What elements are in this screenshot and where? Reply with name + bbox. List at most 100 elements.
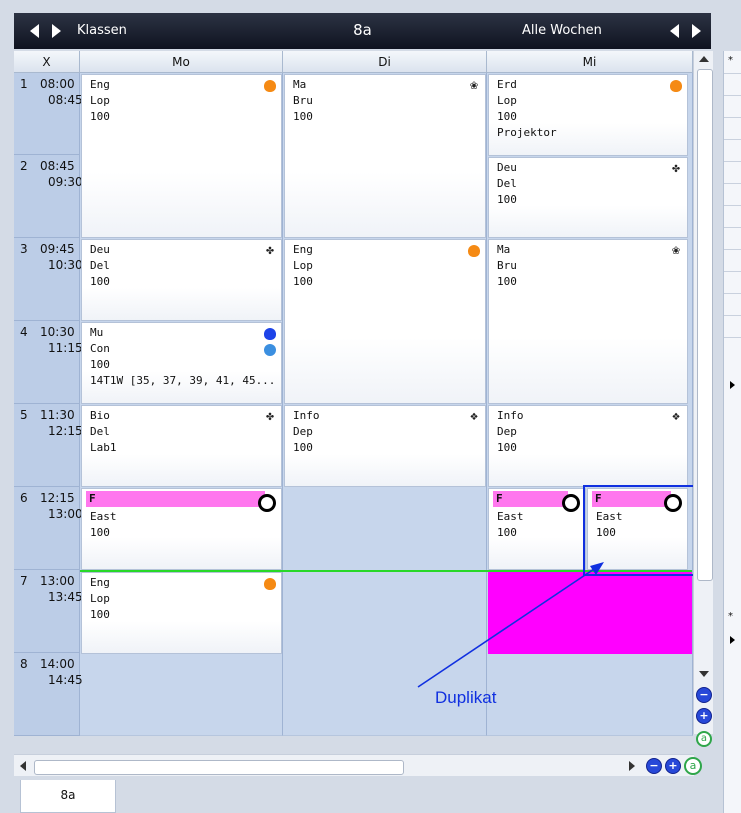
period-start: 09:45	[40, 242, 75, 256]
subject: Eng	[90, 576, 110, 589]
period-end: 12:15	[48, 424, 83, 438]
asterisk-icon: *	[728, 55, 733, 66]
corner-header[interactable]: X	[14, 51, 80, 73]
teacher: Lop	[497, 94, 517, 107]
scroll-right-icon[interactable]	[629, 761, 635, 771]
subject: Erd	[497, 78, 517, 91]
auto-fit-vertical-button[interactable]: a	[696, 731, 712, 747]
lesson-card[interactable]: F East 100	[81, 488, 282, 570]
room: 100	[90, 608, 110, 621]
zoom-out-horizontal-button[interactable]: −	[646, 758, 662, 774]
expand-right-icon[interactable]	[730, 636, 735, 644]
subject: Deu	[90, 243, 110, 256]
period-number: 4	[20, 325, 28, 339]
subject: Info	[497, 409, 524, 422]
teacher: Bru	[497, 259, 517, 272]
snowflake-icon: ✤	[672, 161, 680, 176]
lesson-card[interactable]: Ma Bru 100 ❀	[488, 239, 688, 404]
expand-right-icon[interactable]	[730, 381, 735, 389]
day-header-mo[interactable]: Mo	[80, 51, 283, 73]
lesson-card[interactable]: Info Dep 100 ❖	[284, 405, 486, 487]
subject: Ma	[497, 243, 511, 256]
lesson-card[interactable]: Info Dep 100 ❖	[488, 405, 688, 487]
scroll-left-icon[interactable]	[20, 761, 26, 771]
diamond-dots-icon: ❖	[672, 409, 680, 424]
week-periodicity: 14T1W [35, 37, 39, 41, 45...	[90, 374, 276, 387]
period-end: 13:00	[48, 507, 83, 521]
lesson-card[interactable]: Mu Con 100 14T1W [35, 37, 39, 41, 45...	[81, 322, 282, 404]
period-cell: 5 11:30 12:15	[14, 404, 83, 487]
diamond-dots-icon: ❖	[470, 409, 478, 424]
lesson-card[interactable]: Eng Lop 100	[81, 572, 282, 654]
room: 100	[90, 358, 110, 371]
apple-orange-icon	[670, 80, 682, 92]
room: 100	[293, 110, 313, 123]
room: 100	[293, 275, 313, 288]
period-start: 08:45	[40, 159, 75, 173]
room: 100	[497, 526, 517, 539]
class-toolbar: Klassen 8a Alle Wochen	[14, 13, 711, 49]
period-start: 11:30	[40, 408, 75, 422]
room: 100	[497, 275, 517, 288]
zoom-out-vertical-button[interactable]: −	[696, 687, 712, 703]
annotation-arrow-icon	[417, 562, 604, 688]
tab-class-8a[interactable]: 8a	[20, 780, 116, 813]
flower-icon: ❀	[672, 243, 680, 258]
lesson-card[interactable]: Erd Lop 100 Projektor	[488, 74, 688, 156]
period-end: 09:30	[48, 175, 83, 189]
period-start: 10:30	[40, 325, 75, 339]
zoom-in-vertical-button[interactable]: +	[696, 708, 712, 724]
period-end: 10:30	[48, 258, 83, 272]
period-number: 1	[20, 77, 28, 91]
period-number: 3	[20, 242, 28, 256]
period-cell: 4 10:30 11:15	[14, 321, 83, 404]
week-filter-label[interactable]: Alle Wochen	[522, 23, 602, 38]
period-number: 2	[20, 159, 28, 173]
vertical-scrollbar[interactable]: − + a	[693, 51, 713, 747]
auto-fit-horizontal-button[interactable]: a	[684, 757, 702, 775]
annotation-label: Duplikat	[435, 688, 497, 707]
next-week-arrow-icon[interactable]	[692, 24, 701, 38]
room: 100	[90, 110, 110, 123]
lesson-card[interactable]: Bio Del Lab1 ✤	[81, 405, 282, 487]
right-side-panel: * *	[723, 51, 741, 813]
prev-week-arrow-icon[interactable]	[670, 24, 679, 38]
subject: Bio	[90, 409, 110, 422]
lesson-card[interactable]: Deu Del 100 ✤	[81, 239, 282, 321]
room: 100	[497, 441, 517, 454]
subject: Info	[293, 409, 320, 422]
teacher: Lop	[90, 94, 110, 107]
flower-icon: ❀	[470, 78, 478, 93]
period-number: 5	[20, 408, 28, 422]
horizontal-scrollbar[interactable]: − + a	[14, 754, 702, 776]
period-start: 13:00	[40, 574, 75, 588]
teacher: Del	[90, 425, 110, 438]
lesson-card[interactable]: Eng Lop 100	[284, 239, 486, 404]
teacher: Lop	[293, 259, 313, 272]
pause-icon	[264, 344, 276, 356]
teacher: Dep	[497, 425, 517, 438]
teacher: Del	[90, 259, 110, 272]
subject-bar: F	[86, 491, 265, 507]
day-header-di[interactable]: Di	[283, 51, 487, 73]
lesson-card[interactable]: Deu Del 100 ✤	[488, 157, 688, 238]
subject-bar: F	[493, 491, 568, 507]
snowflake-icon: ✤	[266, 243, 274, 258]
apple-orange-icon	[264, 80, 276, 92]
day-header-mi[interactable]: Mi	[487, 51, 693, 73]
subject: Deu	[497, 161, 517, 174]
period-end: 13:45	[48, 590, 83, 604]
vertical-scroll-thumb[interactable]	[697, 69, 713, 581]
teacher: Dep	[293, 425, 313, 438]
subject: Ma	[293, 78, 307, 91]
horizontal-scroll-thumb[interactable]	[34, 760, 404, 775]
scroll-down-icon[interactable]	[699, 671, 709, 677]
lesson-card[interactable]: Eng Lop 100	[81, 74, 282, 238]
period-number: 7	[20, 574, 28, 588]
apple-orange-icon	[468, 245, 480, 257]
room: 100	[497, 193, 517, 206]
scroll-up-icon[interactable]	[699, 56, 709, 62]
lesson-card[interactable]: Ma Bru 100 ❀	[284, 74, 486, 238]
period-cell: 6 12:15 13:00	[14, 487, 83, 570]
zoom-in-horizontal-button[interactable]: +	[665, 758, 681, 774]
